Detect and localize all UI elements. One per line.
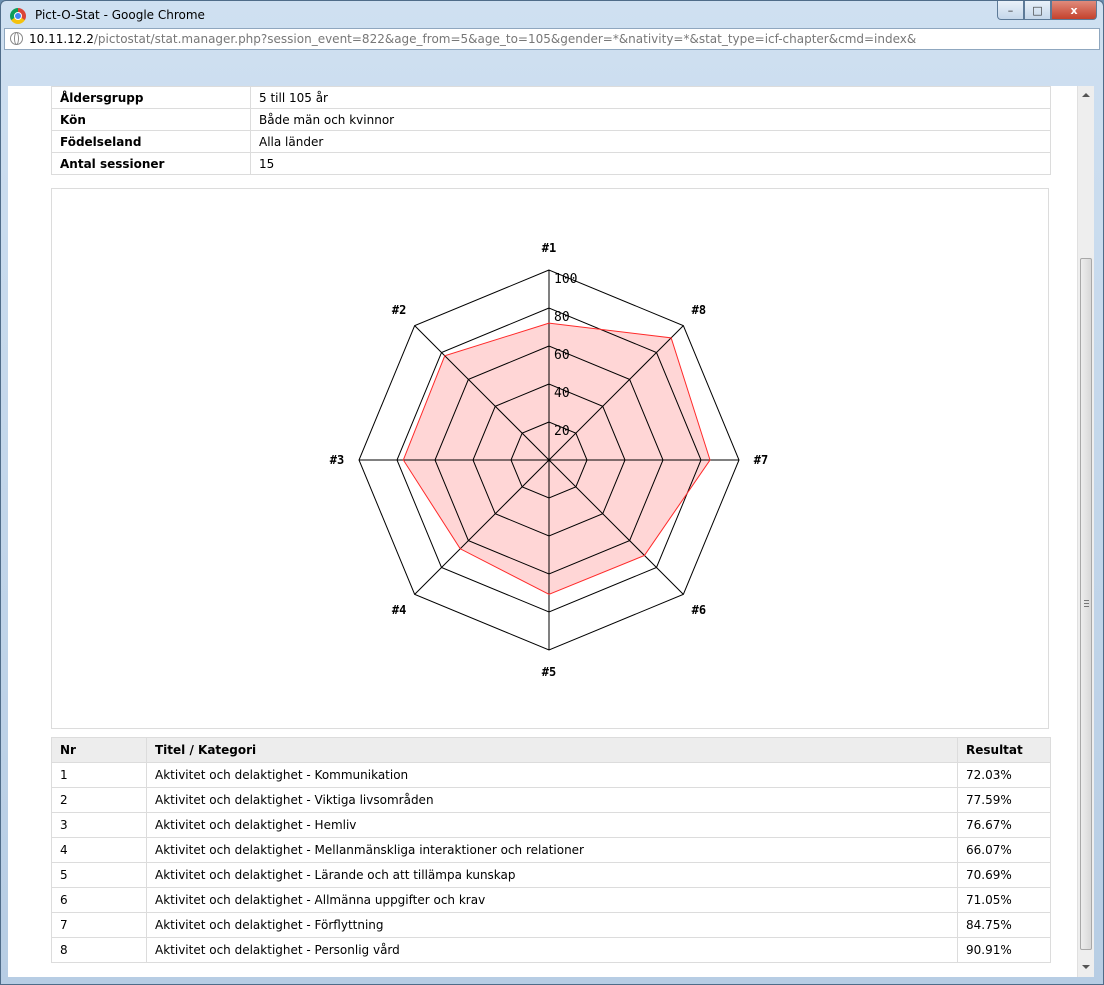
results-table: Nr Titel / Kategori Resultat 1 Aktivitet …	[51, 737, 1051, 963]
cell-title: Aktivitet och delaktighet - Kommunikatio…	[146, 762, 958, 788]
axis-label: #2	[392, 303, 406, 317]
cell-result: 76.67%	[957, 812, 1051, 838]
cell-title: Aktivitet och delaktighet - Allmänna upp…	[146, 887, 958, 913]
url-path: /pictostat/stat.manager.php?session_even…	[93, 32, 917, 46]
cell-result: 90.91%	[957, 937, 1051, 963]
window-title: Pict-O-Stat - Google Chrome	[35, 8, 205, 22]
table-row: 5 Aktivitet och delaktighet - Lärande och…	[51, 862, 1051, 888]
chart-container: 20 40 60 80 100 #1 #2 #3 #4 #5 #6 #7 #8	[51, 188, 1049, 729]
grip-icon	[1084, 600, 1089, 608]
tick-label: 80	[554, 310, 570, 325]
title-bar: Pict-O-Stat - Google Chrome – □ x	[1, 1, 1103, 29]
cell-title: Aktivitet och delaktighet - Hemliv	[146, 812, 958, 838]
cell-title: Aktivitet och delaktighet - Personlig vå…	[146, 937, 958, 963]
header-result: Resultat	[957, 737, 1051, 763]
info-value: Alla länder	[250, 130, 1051, 153]
cell-result: 72.03%	[957, 762, 1051, 788]
info-row: Åldersgrupp 5 till 105 år	[51, 86, 1051, 109]
table-row: 2 Aktivitet och delaktighet - Viktiga liv…	[51, 787, 1051, 813]
scroll-up-icon[interactable]	[1082, 93, 1090, 97]
cell-result: 77.59%	[957, 787, 1051, 813]
maximize-button[interactable]: □	[1024, 1, 1051, 20]
url-text[interactable]: 10.11.12.2/pictostat/stat.manager.php?se…	[29, 32, 916, 46]
info-label: Födelseland	[51, 130, 251, 153]
table-row: 8 Aktivitet och delaktighet - Personlig v…	[51, 937, 1051, 963]
cell-result: 84.75%	[957, 912, 1051, 938]
info-value: 5 till 105 år	[250, 86, 1051, 109]
tick-label: 60	[554, 348, 570, 363]
address-bar[interactable]: 10.11.12.2/pictostat/stat.manager.php?se…	[4, 28, 1100, 50]
close-button[interactable]: x	[1051, 1, 1097, 20]
cell-nr: 6	[51, 887, 147, 913]
cell-nr: 3	[51, 812, 147, 838]
cell-nr: 5	[51, 862, 147, 888]
tick-label: 20	[554, 424, 570, 439]
table-row: 1 Aktivitet och delaktighet - Kommunikati…	[51, 762, 1051, 788]
radar-chart: 20 40 60 80 100 #1 #2 #3 #4 #5 #6 #7 #8	[330, 241, 768, 679]
minimize-button[interactable]: –	[997, 1, 1024, 20]
cell-result: 71.05%	[957, 887, 1051, 913]
cell-result: 66.07%	[957, 837, 1051, 863]
cell-result: 70.69%	[957, 862, 1051, 888]
page-content: Åldersgrupp 5 till 105 år Kön Både män och …	[8, 86, 1077, 977]
cell-nr: 4	[51, 837, 147, 863]
data-area	[403, 323, 711, 595]
scroll-down-icon[interactable]	[1082, 965, 1090, 969]
scroll-thumb[interactable]	[1080, 258, 1092, 950]
info-value: Både män och kvinnor	[250, 108, 1051, 131]
cell-title: Aktivitet och delaktighet - Lärande och …	[146, 862, 958, 888]
info-value: 15	[250, 152, 1051, 175]
info-table: Åldersgrupp 5 till 105 år Kön Både män och …	[51, 86, 1051, 175]
cell-title: Aktivitet och delaktighet - Mellanmänskl…	[146, 837, 958, 863]
chrome-icon	[10, 8, 26, 24]
cell-nr: 8	[51, 937, 147, 963]
info-label: Åldersgrupp	[51, 86, 251, 109]
axis-label: #8	[692, 303, 706, 317]
vertical-scrollbar[interactable]	[1077, 86, 1094, 977]
info-row: Antal sessioner 15	[51, 152, 1051, 175]
info-label: Kön	[51, 108, 251, 131]
axis-label: #4	[392, 603, 406, 617]
window-controls: – □ x	[997, 1, 1097, 21]
table-row: 4 Aktivitet och delaktighet - Mellanmänsk…	[51, 837, 1051, 863]
axis-label: #3	[330, 453, 344, 467]
cell-title: Aktivitet och delaktighet - Förflyttning	[146, 912, 958, 938]
info-label: Antal sessioner	[51, 152, 251, 175]
url-host: 10.11.12.2	[29, 32, 94, 46]
tick-label: 40	[554, 386, 570, 401]
table-row: 6 Aktivitet och delaktighet - Allmänna up…	[51, 887, 1051, 913]
header-nr: Nr	[51, 737, 147, 763]
results-header-row: Nr Titel / Kategori Resultat	[51, 737, 1051, 763]
header-title: Titel / Kategori	[146, 737, 958, 763]
cell-nr: 7	[51, 912, 147, 938]
info-row: Kön Både män och kvinnor	[51, 108, 1051, 131]
axis-label: #5	[542, 665, 556, 679]
globe-icon	[10, 32, 23, 45]
tick-label: 100	[554, 272, 577, 287]
axis-label: #6	[692, 603, 706, 617]
cell-nr: 1	[51, 762, 147, 788]
cell-title: Aktivitet och delaktighet - Viktiga livs…	[146, 787, 958, 813]
table-row: 7 Aktivitet och delaktighet - Förflyttnin…	[51, 912, 1051, 938]
cell-nr: 2	[51, 787, 147, 813]
info-row: Födelseland Alla länder	[51, 130, 1051, 153]
table-row: 3 Aktivitet och delaktighet - Hemliv 76.67…	[51, 812, 1051, 838]
axis-label: #7	[754, 453, 768, 467]
axis-label: #1	[542, 241, 556, 255]
